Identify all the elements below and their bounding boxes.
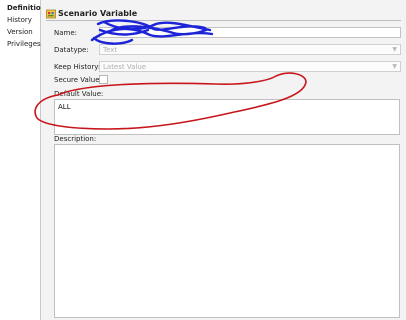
tab-privileges[interactable]: Privileges [7,40,41,48]
chevron-down-icon: ▼ [392,46,397,53]
name-field[interactable] [99,27,401,38]
definition-panel: Scenario Variable Name: Datatype: Text ▼… [41,0,406,320]
sidebar: Definition History Version Privileges [0,0,46,320]
scenario-variable-icon [46,9,56,19]
chevron-down-icon: ▼ [392,63,397,70]
datatype-value: Text [103,46,118,54]
default-value-label: Default Value: [54,90,104,98]
keep-history-select[interactable]: Latest Value ▼ [99,61,401,72]
description-textarea[interactable] [54,144,400,318]
description-label: Description: [54,135,97,143]
default-value-textarea[interactable]: ALL [54,99,400,135]
tab-definition[interactable]: Definition [7,4,46,12]
panel-title: Scenario Variable [58,9,138,18]
title-divider [46,20,401,21]
keep-history-value: Latest Value [103,63,147,71]
tab-history[interactable]: History [7,16,32,24]
name-label: Name: [54,29,78,37]
secure-value-label: Secure Value: [54,76,102,84]
secure-value-checkbox[interactable] [99,75,108,84]
keep-history-label: Keep History: [54,63,101,71]
datatype-select[interactable]: Text ▼ [99,44,401,55]
datatype-label: Datatype: [54,46,89,54]
tab-version[interactable]: Version [7,28,33,36]
